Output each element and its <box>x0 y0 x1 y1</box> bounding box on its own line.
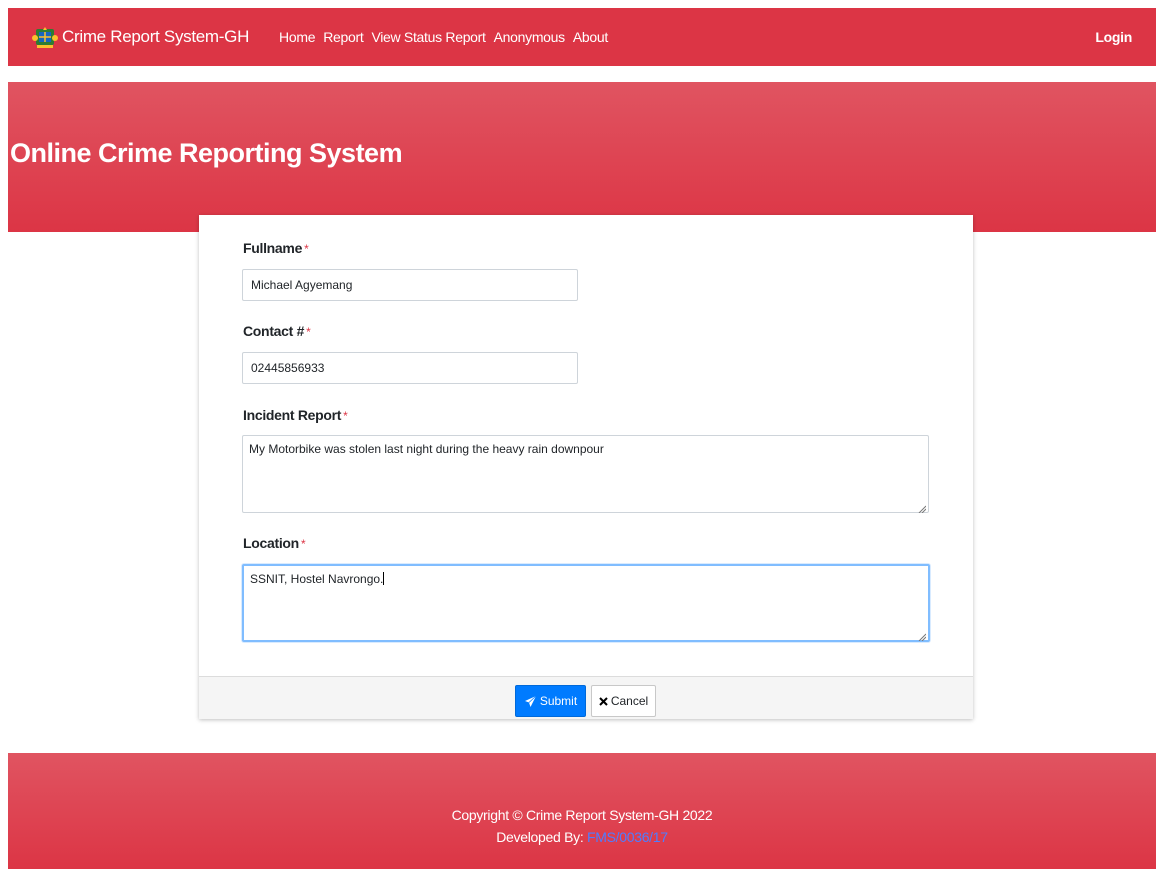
nav-home[interactable]: Home <box>279 29 315 45</box>
incident-report-textarea[interactable]: My Motorbike was stolen last night durin… <box>242 435 929 514</box>
fullname-label: Fullname * <box>243 240 309 256</box>
navbar: Crime Report System-GH Home Report View … <box>8 8 1156 66</box>
developer-id-link[interactable]: FMS/0036/17 <box>587 829 668 845</box>
resize-handle-icon[interactable] <box>918 630 927 642</box>
contact-label-text: Contact # <box>243 323 305 339</box>
nav-anonymous[interactable]: Anonymous <box>494 29 566 45</box>
cancel-label: Cancel <box>610 694 649 708</box>
contact-label: Contact # * <box>243 323 311 339</box>
login-link[interactable]: Login <box>1095 29 1132 45</box>
fullname-label-text: Fullname <box>243 240 303 256</box>
text-caret <box>383 572 385 585</box>
brand-link[interactable]: Crime Report System-GH <box>32 24 249 50</box>
page-title: Online Crime Reporting System <box>10 138 403 168</box>
resize-handle-icon[interactable] <box>918 502 927 514</box>
copyright-text: Copyright © Crime Report System-GH 2022 <box>451 807 713 823</box>
contact-input[interactable]: 02445856933 <box>242 352 578 384</box>
developed-by-line: Developed By: FMS/0036/17 <box>8 829 1156 845</box>
fullname-input[interactable]: Michael Agyemang <box>242 269 578 301</box>
incident-label-text: Incident Report <box>243 407 342 423</box>
location-value: SSNIT, Hostel Navrongo. <box>250 572 384 586</box>
location-textarea[interactable]: SSNIT, Hostel Navrongo. <box>242 564 930 642</box>
cancel-button[interactable]: Cancel <box>591 685 656 717</box>
nav-links: Home Report View Status Report Anonymous… <box>279 29 616 45</box>
incident-report-value: My Motorbike was stolen last night durin… <box>249 442 604 456</box>
location-label: Location * <box>243 535 306 551</box>
close-icon <box>599 696 608 706</box>
submit-button[interactable]: Submit <box>515 685 586 717</box>
report-form-card: Fullname * Michael Agyemang Contact # * 02… <box>199 215 973 719</box>
contact-value: 02445856933 <box>251 361 325 375</box>
nav-report[interactable]: Report <box>323 29 364 45</box>
nav-view-status-report[interactable]: View Status Report <box>371 29 485 45</box>
ghana-coat-of-arms-icon <box>32 24 58 50</box>
hero-banner: Online Crime Reporting System <box>8 82 1156 232</box>
form-actions: Submit Cancel <box>199 676 973 719</box>
nav-about[interactable]: About <box>573 29 608 45</box>
paper-plane-icon <box>524 695 537 708</box>
fullname-value: Michael Agyemang <box>251 278 353 292</box>
brand-text: Crime Report System-GH <box>62 27 250 46</box>
incident-label: Incident Report * <box>243 407 348 423</box>
required-mark: * <box>306 325 311 339</box>
submit-label: Submit <box>539 694 578 708</box>
required-mark: * <box>304 242 309 256</box>
location-label-text: Location <box>243 535 299 551</box>
required-mark: * <box>300 537 306 551</box>
page-footer: Copyright © Crime Report System-GH 2022 … <box>8 753 1156 869</box>
required-mark: * <box>343 409 348 423</box>
developed-by-label: Developed By: <box>496 829 584 845</box>
